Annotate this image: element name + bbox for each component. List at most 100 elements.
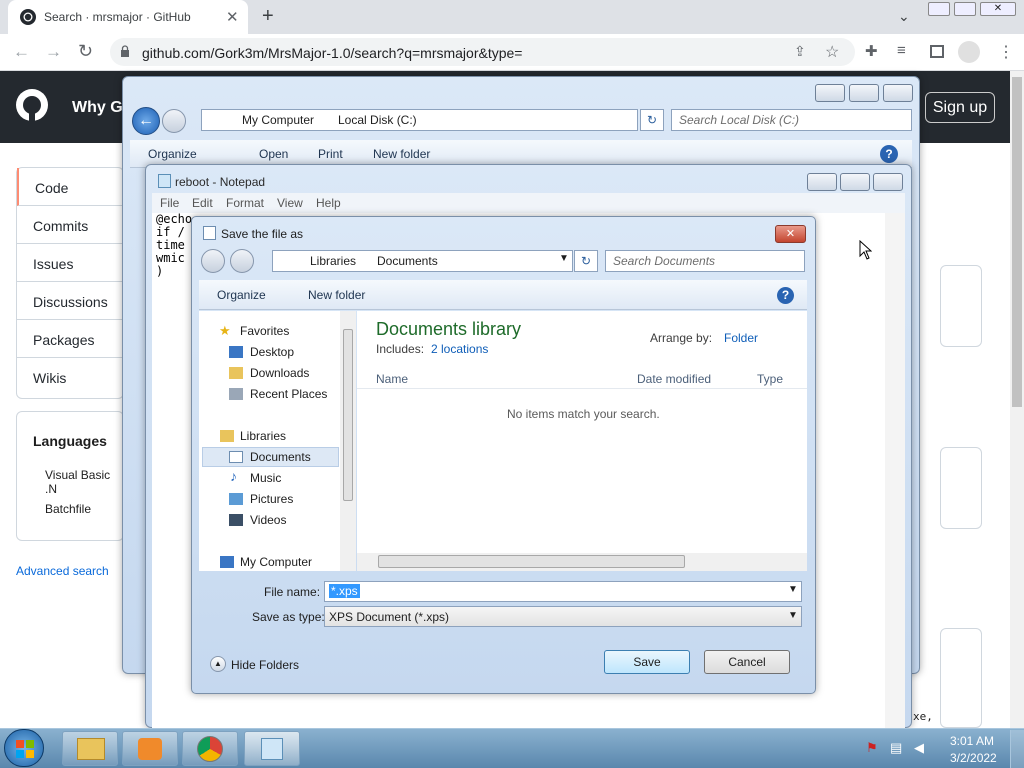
tree-downloads[interactable]: Downloads bbox=[250, 366, 309, 380]
show-desktop-button[interactable] bbox=[1010, 730, 1024, 768]
dialog-forward-icon[interactable] bbox=[230, 249, 254, 273]
arrange-by-dropdown[interactable]: Folder bbox=[724, 331, 758, 345]
dialog-address-bar[interactable]: Libraries Documents ▼ bbox=[272, 250, 573, 272]
nav-issues[interactable]: Issues bbox=[17, 244, 125, 282]
reading-list-icon[interactable]: ≡ bbox=[897, 42, 906, 59]
tree-desktop[interactable]: Desktop bbox=[250, 345, 294, 359]
tree-documents[interactable]: Documents bbox=[250, 450, 311, 464]
dialog-search-input[interactable]: Search Documents bbox=[605, 250, 805, 272]
column-type[interactable]: Type bbox=[757, 372, 783, 386]
tree-recent-places[interactable]: Recent Places bbox=[250, 387, 327, 401]
notepad-maximize-button[interactable] bbox=[840, 173, 870, 191]
extensions-icon[interactable]: ✚ bbox=[865, 42, 878, 60]
taskbar-explorer-button[interactable] bbox=[62, 731, 118, 766]
why-github-menu[interactable]: Why Gi bbox=[72, 99, 127, 117]
close-browser-button[interactable]: ✕ bbox=[980, 2, 1016, 16]
dialog-help-icon[interactable]: ? bbox=[777, 287, 794, 304]
minimize-browser-button[interactable] bbox=[928, 2, 950, 16]
explorer-help-icon[interactable]: ? bbox=[880, 145, 898, 163]
tree-libraries[interactable]: Libraries bbox=[240, 429, 286, 443]
breadcrumb-documents[interactable]: Documents bbox=[377, 254, 438, 268]
column-date-modified[interactable]: Date modified bbox=[637, 372, 711, 386]
dialog-close-button[interactable]: ✕ bbox=[775, 225, 806, 243]
tree-scrollbar-thumb[interactable] bbox=[343, 329, 353, 501]
hide-folders-icon[interactable]: ▲ bbox=[210, 656, 226, 672]
github-logo-icon[interactable] bbox=[16, 89, 48, 121]
bookmark-star-icon[interactable]: ☆ bbox=[825, 42, 839, 62]
dialog-organize-button[interactable]: Organize bbox=[217, 288, 266, 302]
back-icon[interactable]: ← bbox=[13, 42, 30, 62]
explorer-print-button[interactable]: Print bbox=[318, 147, 343, 161]
network-icon[interactable]: ▤ bbox=[890, 740, 902, 756]
reload-icon[interactable]: ↻ bbox=[78, 41, 93, 62]
tree-music[interactable]: Music bbox=[250, 471, 281, 485]
page-scrollbar[interactable] bbox=[1010, 71, 1024, 728]
tree-scrollbar[interactable] bbox=[340, 311, 356, 571]
profile-avatar[interactable] bbox=[958, 41, 980, 63]
explorer-maximize-button[interactable] bbox=[849, 84, 879, 102]
menu-help[interactable]: Help bbox=[316, 196, 341, 210]
hide-folders-button[interactable]: Hide Folders bbox=[231, 658, 299, 672]
notepad-scrollbar[interactable] bbox=[885, 213, 905, 728]
start-button[interactable] bbox=[4, 729, 44, 767]
close-tab-icon[interactable]: ✕ bbox=[226, 8, 239, 26]
taskbar-chrome-button[interactable] bbox=[182, 731, 238, 766]
file-name-input[interactable]: *.xps ▼ bbox=[324, 581, 802, 602]
nav-wikis[interactable]: Wikis bbox=[17, 358, 125, 396]
breadcrumb-libraries[interactable]: Libraries bbox=[310, 254, 356, 268]
tree-pictures[interactable]: Pictures bbox=[250, 492, 293, 506]
column-name[interactable]: Name bbox=[376, 372, 408, 386]
save-as-type-dropdown-icon[interactable]: ▼ bbox=[788, 610, 798, 621]
explorer-search-input[interactable]: Search Local Disk (C:) bbox=[671, 109, 912, 131]
explorer-forward-icon[interactable] bbox=[162, 109, 186, 133]
nav-packages[interactable]: Packages bbox=[17, 320, 125, 358]
menu-view[interactable]: View bbox=[277, 196, 303, 210]
browser-tab[interactable]: Search · mrsmajor · GitHub ✕ bbox=[8, 0, 248, 34]
explorer-refresh-icon[interactable]: ↻ bbox=[640, 109, 664, 131]
menu-edit[interactable]: Edit bbox=[192, 196, 213, 210]
clock-date[interactable]: 3/2/2022 bbox=[950, 751, 997, 765]
menu-format[interactable]: Format bbox=[226, 196, 264, 210]
taskbar-notepad-button[interactable] bbox=[244, 731, 300, 766]
address-dropdown-icon[interactable]: ▼ bbox=[559, 253, 569, 264]
notepad-minimize-button[interactable] bbox=[807, 173, 837, 191]
explorer-open-button[interactable]: Open bbox=[259, 147, 288, 161]
language-batchfile[interactable]: Batchfile bbox=[45, 502, 91, 516]
restore-browser-button[interactable] bbox=[954, 2, 976, 16]
nav-discussions[interactable]: Discussions bbox=[17, 282, 125, 320]
file-name-dropdown-icon[interactable]: ▼ bbox=[788, 584, 798, 595]
tab-search-icon[interactable]: ⌄ bbox=[898, 8, 910, 25]
explorer-address-bar[interactable]: My Computer Local Disk (C:) bbox=[201, 109, 638, 131]
sign-up-button[interactable]: Sign up bbox=[925, 92, 995, 123]
menu-file[interactable]: File bbox=[160, 196, 179, 210]
action-center-icon[interactable]: ⚑ bbox=[866, 740, 878, 756]
taskbar-media-player-button[interactable] bbox=[122, 731, 178, 766]
save-as-type-select[interactable]: XPS Document (*.xps) ▼ bbox=[324, 606, 802, 627]
explorer-back-icon[interactable]: ← bbox=[132, 107, 160, 135]
side-panel-icon[interactable] bbox=[930, 45, 944, 58]
scrollbar-thumb[interactable] bbox=[1012, 77, 1022, 407]
tree-videos[interactable]: Videos bbox=[250, 513, 286, 527]
tree-my-computer[interactable]: My Computer bbox=[240, 555, 312, 569]
dialog-refresh-icon[interactable]: ↻ bbox=[574, 250, 598, 272]
hscrollbar-thumb[interactable] bbox=[378, 555, 685, 568]
save-button[interactable]: Save bbox=[604, 650, 690, 674]
dialog-new-folder-button[interactable]: New folder bbox=[308, 288, 365, 302]
new-tab-icon[interactable]: + bbox=[262, 5, 274, 28]
breadcrumb-local-disk[interactable]: Local Disk (C:) bbox=[338, 113, 417, 127]
dialog-back-icon[interactable] bbox=[201, 249, 225, 273]
breadcrumb-my-computer[interactable]: My Computer bbox=[242, 113, 314, 127]
language-visual-basic[interactable]: Visual Basic .N bbox=[45, 468, 123, 496]
advanced-search-link[interactable]: Advanced search bbox=[16, 564, 109, 578]
menu-dots-icon[interactable]: ⋮ bbox=[998, 42, 1014, 62]
content-hscrollbar[interactable] bbox=[357, 553, 807, 571]
share-icon[interactable]: ⇪ bbox=[794, 43, 806, 60]
explorer-new-folder-button[interactable]: New folder bbox=[373, 147, 430, 161]
nav-code[interactable]: Code bbox=[17, 168, 125, 206]
explorer-organize-button[interactable]: Organize bbox=[148, 147, 197, 161]
tree-favorites[interactable]: Favorites bbox=[240, 324, 289, 338]
explorer-close-button[interactable] bbox=[883, 84, 913, 102]
nav-commits[interactable]: Commits bbox=[17, 206, 125, 244]
cancel-button[interactable]: Cancel bbox=[704, 650, 790, 674]
volume-icon[interactable]: ◀ bbox=[914, 740, 924, 756]
